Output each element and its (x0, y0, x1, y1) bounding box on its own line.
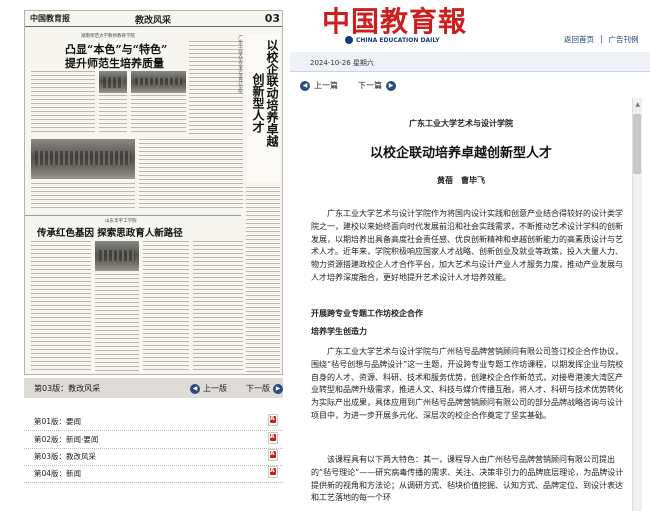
article-text (246, 187, 280, 372)
vertical-headline-block[interactable]: 以校企联动培养卓越 创新型人才 (246, 33, 280, 183)
vertical-kicker: 广东工业大学艺术与设计学院 (237, 35, 243, 94)
story1-text (99, 95, 127, 135)
edition-row[interactable]: 第02版：新闻·要闻 (24, 432, 283, 449)
page-paper-name: 中国教育报 (30, 13, 70, 23)
story2-photo (95, 241, 139, 271)
article-kicker: 广东工业大学艺术与设计学院 (409, 119, 513, 128)
prev-page-label: 上一版 (203, 384, 227, 393)
edition-row[interactable]: 第04版：新闻 (24, 466, 283, 483)
page-panel: 中国教育报 教改风采 03 湖南师范大学教师教育学院 凸显“本色”与“特色” 提… (0, 0, 290, 511)
article-authors: 黄蓓 曹毕飞 (437, 176, 485, 185)
page-header: 中国教育报 教改风采 03 (25, 11, 282, 27)
edition-link[interactable]: 第02版：新闻·要闻 (34, 434, 98, 445)
scroll-up-icon[interactable]: ▲ (635, 101, 640, 108)
scrollbar[interactable]: ▲ (632, 98, 642, 511)
arrow-right-icon: ▶ (386, 80, 396, 91)
newspaper-page-image[interactable]: 中国教育报 教改风采 03 湖南师范大学教师教育学院 凸显“本色”与“特色” 提… (24, 10, 283, 375)
home-link[interactable]: 返回首页 (564, 34, 594, 45)
issue-date: 2024-10-26 星期六 (310, 59, 374, 67)
story1-text (139, 139, 243, 211)
edition-row[interactable]: 第03版：教改风采 (24, 449, 283, 466)
story2-text (143, 241, 189, 371)
story1-text (31, 71, 95, 135)
edition-row[interactable]: 第01版：要闻 (24, 414, 283, 431)
story2-title[interactable]: 传承红色基因 探索思政育人新路径 (37, 225, 183, 239)
next-page-button[interactable]: 下一版 ▶ (246, 383, 283, 394)
site-header: 中国教育報 CHINA EDUCATION DAILY 返回首页 | 广告刊例 (290, 0, 650, 48)
arrow-left-icon: ◀ (190, 383, 200, 394)
story1-group-photo (31, 139, 135, 179)
story1-kicker: 湖南师范大学教师教育学院 (81, 34, 135, 39)
section-bar: 第03版：教改风采 ◀ 上一版 下一版 ▶ (24, 378, 283, 398)
masthead-subtitle-text: CHINA EDUCATION DAILY (356, 36, 440, 44)
article-paragraph: 广东工业大学艺术与设计学院作为将国内设计实践和创意产业结合得较好的设计类学院之一… (311, 209, 623, 282)
story1-text (131, 95, 186, 135)
story1-photo (99, 71, 127, 93)
story2-kicker: 山东华宇工学院 (105, 219, 137, 224)
article-nav: ◀ 上一篇 下一篇 ▶ (300, 78, 640, 94)
pdf-icon[interactable] (268, 414, 278, 426)
story1-title-line2[interactable]: 提升师范生培养质量 (65, 55, 164, 71)
nav-separator: | (600, 34, 603, 43)
top-nav: 返回首页 | 广告刊例 (564, 34, 639, 45)
app-window: 中国教育报 教改风采 03 湖南师范大学教师教育学院 凸显“本色”与“特色” 提… (0, 0, 650, 511)
masthead-logo[interactable]: 中国教育報 (322, 0, 467, 40)
page-number: 03 (264, 12, 280, 25)
section-label: 第03版：教改风采 (34, 384, 101, 393)
vertical-headline-col2: 创新型人才 (251, 73, 265, 133)
pdf-icon[interactable] (268, 466, 278, 478)
arrow-right-icon: ▶ (273, 383, 283, 394)
divider (25, 215, 241, 216)
article-paragraph: 该课程具有以下两大特色：其一，课程导入由广州毡号品牌营销顾问有限公司提出的“毡号… (311, 455, 624, 503)
globe-icon (345, 36, 353, 44)
story1-text (189, 41, 243, 135)
page-section-name: 教改风采 (135, 16, 172, 26)
vertical-headline-col1: 以校企联动培养卓越 (265, 39, 279, 147)
next-article-button[interactable]: 下一篇 ▶ (358, 80, 396, 91)
edition-link[interactable]: 第01版：要闻 (34, 416, 81, 427)
arrow-left-icon: ◀ (300, 80, 310, 91)
pdf-icon[interactable] (268, 432, 278, 444)
prev-page-button[interactable]: ◀ 上一版 (190, 383, 227, 394)
next-article-label: 下一篇 (358, 81, 382, 90)
story1-text (31, 183, 135, 211)
article-paragraph: 广东工业大学艺术与设计学院与广州毡号品牌营销顾问有限公司签订校企合作协议，围绕“… (311, 347, 624, 420)
divider (24, 482, 283, 483)
article-heading: 培养学生创造力 (311, 327, 367, 336)
date-bar: 2024-10-26 星期六 (290, 52, 650, 72)
story2-text (31, 241, 91, 371)
divider (24, 430, 283, 431)
edition-link[interactable]: 第04版：新闻 (34, 468, 81, 479)
prev-article-label: 上一篇 (314, 81, 338, 90)
story1-photo (131, 71, 186, 93)
article-heading: 开展跨专业专题工作坊校企合作 (311, 309, 423, 318)
article-title: 以校企联动培养卓越创新型人才 (369, 146, 552, 161)
scrollbar-thumb[interactable] (633, 114, 641, 174)
article-panel[interactable]: 广东工业大学艺术与设计学院 以校企联动培养卓越创新型人才 黄蓓 曹毕飞 广东工业… (296, 98, 642, 511)
next-page-label: 下一版 (246, 384, 270, 393)
story2-text (193, 241, 243, 371)
prev-article-button[interactable]: ◀ 上一篇 (300, 80, 338, 91)
masthead-subtitle: CHINA EDUCATION DAILY (345, 36, 440, 44)
pdf-icon[interactable] (268, 449, 278, 461)
edition-link[interactable]: 第03版：教改风采 (34, 451, 96, 462)
story2-text (95, 274, 139, 371)
gazette-link[interactable]: 广告刊例 (609, 34, 639, 45)
